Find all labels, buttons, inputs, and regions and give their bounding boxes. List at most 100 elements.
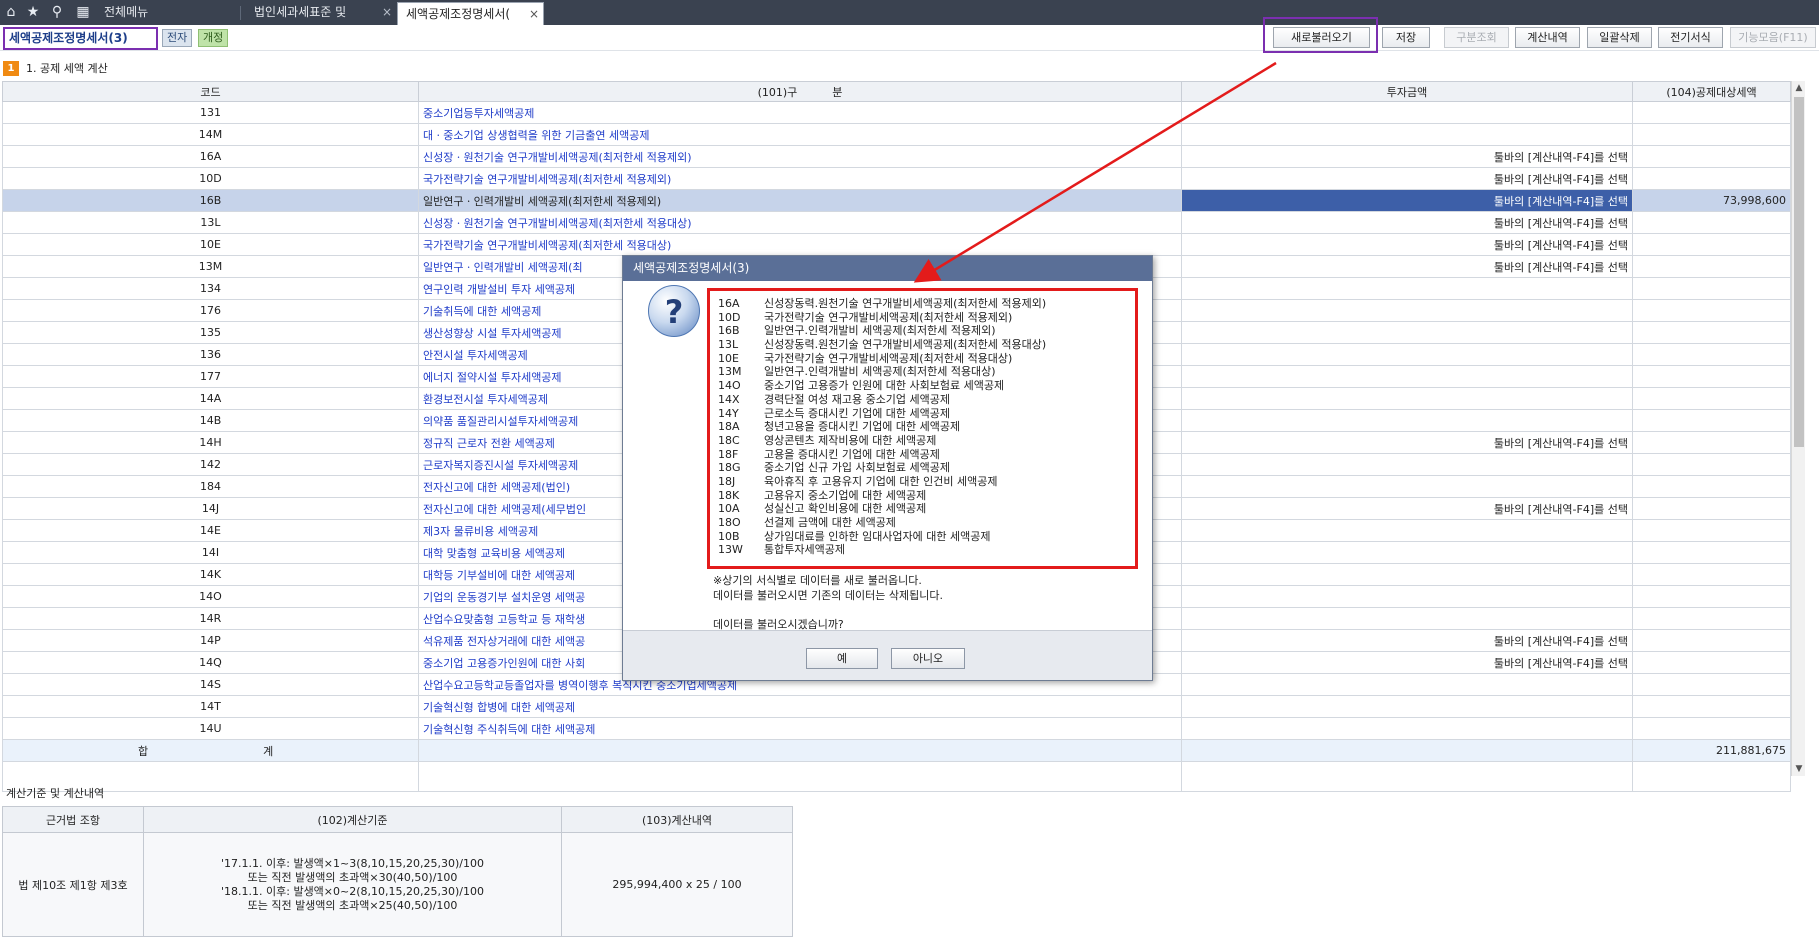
search-icon[interactable]: ⚲: [46, 0, 68, 25]
deductible-amount-cell[interactable]: [1632, 695, 1791, 718]
investment-amount-cell[interactable]: 툴바의 [계산내역-F4]를 선택: [1181, 651, 1633, 674]
deductible-amount-cell[interactable]: [1632, 233, 1791, 256]
column-header-invest[interactable]: 투자금액: [1181, 81, 1633, 102]
code-cell[interactable]: 14B: [2, 409, 419, 432]
code-cell[interactable]: 131: [2, 101, 419, 124]
deductible-amount-cell[interactable]: [1632, 629, 1791, 652]
code-cell[interactable]: 177: [2, 365, 419, 388]
yes-button[interactable]: 예: [806, 648, 878, 669]
electronic-chip[interactable]: 전자: [162, 29, 193, 47]
scroll-up-icon[interactable]: ▲: [1792, 81, 1806, 95]
code-cell[interactable]: 10E: [2, 233, 419, 256]
investment-amount-cell[interactable]: 툴바의 [계산내역-F4]를 선택: [1181, 211, 1633, 234]
calendar-icon[interactable]: ▦: [72, 0, 94, 25]
code-cell[interactable]: 13L: [2, 211, 419, 234]
investment-amount-cell[interactable]: [1181, 387, 1633, 410]
table-row[interactable]: 10D 국가전략기술 연구개발비세액공제(최저한세 적용제외) 툴바의 [계산내역-…: [2, 167, 1791, 190]
code-cell[interactable]: 14O: [2, 585, 419, 608]
deductible-amount-cell[interactable]: [1632, 607, 1791, 630]
reload-button[interactable]: 새로불러오기: [1273, 27, 1370, 48]
table-row[interactable]: 14M 대ㆍ중소기업 상생협력을 위한 기금출연 세액공제: [2, 123, 1791, 146]
code-cell[interactable]: 14J: [2, 497, 419, 520]
code-cell[interactable]: 14H: [2, 431, 419, 454]
investment-amount-cell[interactable]: [1181, 607, 1633, 630]
investment-amount-cell[interactable]: 툴바의 [계산내역-F4]를 선택: [1181, 497, 1633, 520]
deductible-amount-cell[interactable]: [1632, 519, 1791, 542]
deductible-amount-cell[interactable]: [1632, 651, 1791, 674]
deductible-amount-cell[interactable]: [1632, 255, 1791, 278]
code-cell[interactable]: 16B: [2, 189, 419, 212]
table-row[interactable]: 14T 기술혁신형 합병에 대한 세액공제: [2, 695, 1791, 718]
code-cell[interactable]: 135: [2, 321, 419, 344]
deductible-amount-cell[interactable]: [1632, 343, 1791, 366]
investment-amount-cell[interactable]: 툴바의 [계산내역-F4]를 선택: [1181, 189, 1633, 212]
bulk-delete-button[interactable]: 일괄삭제: [1587, 27, 1652, 48]
credit-name-link[interactable]: 기술혁신형 합병에 대한 세액공제: [418, 695, 1182, 718]
category-lookup-button[interactable]: 구분조회: [1444, 27, 1509, 48]
deductible-amount-cell[interactable]: [1632, 563, 1791, 586]
code-cell[interactable]: 184: [2, 475, 419, 498]
table-row[interactable]: 14U 기술혁신형 주식취득에 대한 세액공제: [2, 717, 1791, 740]
investment-amount-cell[interactable]: [1181, 695, 1633, 718]
code-cell[interactable]: 14U: [2, 717, 419, 740]
deductible-amount-cell[interactable]: [1632, 365, 1791, 388]
investment-amount-cell[interactable]: [1181, 585, 1633, 608]
deductible-amount-cell[interactable]: [1632, 453, 1791, 476]
deductible-amount-cell[interactable]: [1632, 541, 1791, 564]
investment-amount-cell[interactable]: [1181, 717, 1633, 740]
investment-amount-cell[interactable]: [1181, 519, 1633, 542]
calculation-details-button[interactable]: 계산내역: [1515, 27, 1580, 48]
investment-amount-cell[interactable]: [1181, 101, 1633, 124]
code-cell[interactable]: 14Q: [2, 651, 419, 674]
deductible-amount-cell[interactable]: [1632, 717, 1791, 740]
investment-amount-cell[interactable]: 툴바의 [계산내역-F4]를 선택: [1181, 431, 1633, 454]
investment-amount-cell[interactable]: [1181, 299, 1633, 322]
function-collection-button[interactable]: 기능모음(F11): [1730, 27, 1816, 48]
table-row[interactable]: 16A 신성장ㆍ원천기술 연구개발비세액공제(최저한세 적용제외) 툴바의 [계산내…: [2, 145, 1791, 168]
investment-amount-cell[interactable]: [1181, 673, 1633, 696]
tab-corporate-tax[interactable]: 법인세과세표준 및: [246, 0, 396, 25]
previous-form-button[interactable]: 전기서식: [1658, 27, 1723, 48]
tab-all-menu[interactable]: 전체메뉴: [96, 0, 236, 25]
deductible-amount-cell[interactable]: [1632, 145, 1791, 168]
deductible-amount-cell[interactable]: [1632, 387, 1791, 410]
code-cell[interactable]: 142: [2, 453, 419, 476]
code-cell[interactable]: 134: [2, 277, 419, 300]
investment-amount-cell[interactable]: 툴바의 [계산내역-F4]를 선택: [1181, 233, 1633, 256]
credit-name-link[interactable]: 기술혁신형 주식취득에 대한 세액공제: [418, 717, 1182, 740]
table-row[interactable]: 16B 일반연구ㆍ인력개발비 세액공제(최저한세 적용제외) 툴바의 [계산내역-F…: [2, 189, 1791, 212]
investment-amount-cell[interactable]: [1181, 541, 1633, 564]
tab-close-icon[interactable]: ×: [529, 2, 539, 27]
grid-scrollbar[interactable]: ▲ ▼: [1791, 81, 1805, 776]
deductible-amount-cell[interactable]: [1632, 475, 1791, 498]
revised-chip[interactable]: 개정: [198, 29, 229, 47]
deductible-amount-cell[interactable]: 73,998,600: [1632, 189, 1791, 212]
code-cell[interactable]: 14S: [2, 673, 419, 696]
column-header-name[interactable]: (101)구 분: [418, 81, 1182, 102]
deductible-amount-cell[interactable]: [1632, 431, 1791, 454]
deductible-amount-cell[interactable]: [1632, 101, 1791, 124]
code-cell[interactable]: 13M: [2, 255, 419, 278]
investment-amount-cell[interactable]: 툴바의 [계산내역-F4]를 선택: [1181, 167, 1633, 190]
tab-tax-credit-statement[interactable]: 세액공제조정명세서(: [397, 2, 544, 25]
tab-close-icon[interactable]: ×: [382, 0, 392, 25]
star-icon[interactable]: ★: [22, 0, 44, 25]
credit-name-link[interactable]: 대ㆍ중소기업 상생협력을 위한 기금출연 세액공제: [418, 123, 1182, 146]
deductible-amount-cell[interactable]: [1632, 299, 1791, 322]
deductible-amount-cell[interactable]: [1632, 211, 1791, 234]
table-row[interactable]: 13L 신성장ㆍ원천기술 연구개발비세액공제(최저한세 적용대상) 툴바의 [계산내…: [2, 211, 1791, 234]
deductible-amount-cell[interactable]: [1632, 167, 1791, 190]
investment-amount-cell[interactable]: [1181, 563, 1633, 586]
investment-amount-cell[interactable]: [1181, 321, 1633, 344]
investment-amount-cell[interactable]: [1181, 409, 1633, 432]
column-header-deduct[interactable]: (104)공제대상세액: [1632, 81, 1791, 102]
table-row[interactable]: 131 중소기업등투자세액공제: [2, 101, 1791, 124]
deductible-amount-cell[interactable]: [1632, 497, 1791, 520]
deductible-amount-cell[interactable]: [1632, 321, 1791, 344]
home-icon[interactable]: ⌂: [0, 0, 22, 25]
code-cell[interactable]: 14R: [2, 607, 419, 630]
scroll-down-icon[interactable]: ▼: [1792, 762, 1806, 776]
code-cell[interactable]: 16A: [2, 145, 419, 168]
investment-amount-cell[interactable]: [1181, 475, 1633, 498]
investment-amount-cell[interactable]: [1181, 365, 1633, 388]
